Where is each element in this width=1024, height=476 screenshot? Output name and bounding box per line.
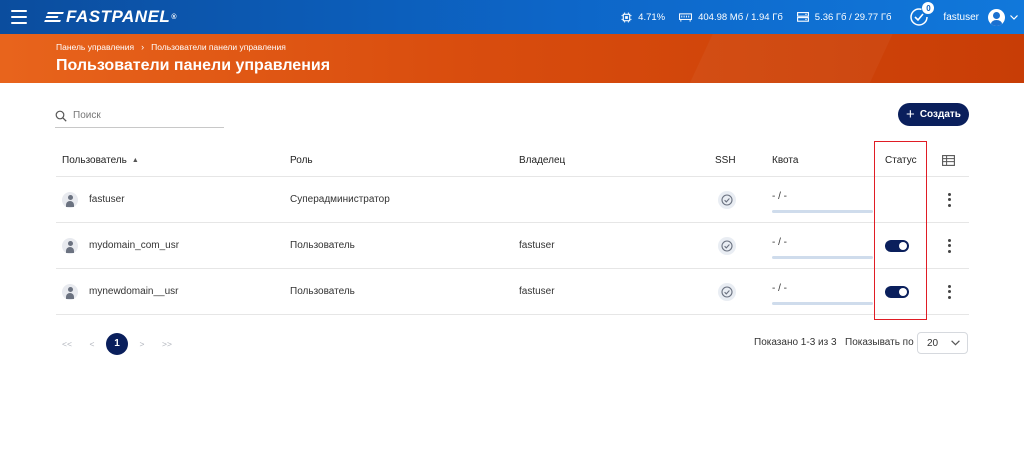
more-vertical-icon (944, 284, 954, 299)
page-button-current[interactable]: 1 (106, 332, 128, 355)
breadcrumb: Панель управления › Пользователи панели … (56, 42, 286, 52)
ssh-cell (718, 269, 736, 314)
per-page-select[interactable]: 20 (917, 332, 968, 354)
logo[interactable]: FASTPANEL ® (44, 7, 177, 27)
search-input[interactable] (73, 110, 213, 121)
user-cell[interactable]: fastuser (56, 177, 125, 222)
table-row: mydomain_com_usr Пользователь fastuser -… (56, 223, 969, 269)
menu-icon[interactable] (2, 0, 36, 34)
notifications-button[interactable]: 0 (909, 2, 935, 27)
owner-cell: fastuser (519, 286, 555, 297)
user-icon (62, 191, 78, 208)
ssh-check-icon (718, 190, 736, 209)
brand-name: FASTPANEL (66, 7, 171, 26)
search-icon (55, 110, 67, 122)
cpu-value: 4.71% (638, 11, 666, 23)
search-field[interactable] (55, 104, 224, 128)
create-button[interactable]: + Создать (898, 103, 969, 126)
column-ssh: SSH (715, 155, 736, 166)
memory-stat[interactable]: 404.98 Мб / 1.94 Гб (679, 12, 783, 23)
user-name: fastuser (89, 194, 125, 205)
notifications-badge: 0 (922, 2, 935, 14)
create-button-label: Создать (919, 109, 961, 120)
ssh-cell (718, 177, 736, 222)
user-icon (62, 237, 78, 254)
more-vertical-icon (944, 238, 954, 253)
column-user[interactable]: Пользователь ▲ (62, 145, 139, 176)
chevron-down-icon (1010, 14, 1018, 20)
quota-value: - / - (772, 236, 787, 248)
quota-cell: - / - (772, 177, 873, 222)
memory-value: 404.98 Мб / 1.94 Гб (698, 11, 783, 23)
chevron-down-icon (951, 340, 960, 346)
first-page-button[interactable]: << (56, 333, 78, 355)
page-header: Панель управления › Пользователи панели … (0, 34, 1024, 83)
pagination: << < 1 > >> (56, 332, 181, 355)
quota-cell: - / - (772, 269, 873, 314)
system-stats: 4.71% 404.98 Мб / 1.94 Гб 5.36 Гб / 29.7… (621, 0, 1024, 34)
quota-cell: - / - (772, 223, 873, 268)
role-cell: Пользователь (290, 286, 355, 297)
disk-value: 5.36 Гб / 29.77 Гб (814, 11, 892, 23)
cpu-icon (621, 11, 632, 23)
breadcrumb-root[interactable]: Панель управления (56, 42, 134, 52)
ssh-check-icon (718, 282, 736, 301)
user-cell[interactable]: mynewdomain__usr (56, 269, 179, 314)
page-title: Пользователи панели управления (56, 57, 331, 74)
more-vertical-icon (944, 192, 954, 207)
user-name: mynewdomain__usr (89, 286, 179, 297)
per-page-value: 20 (927, 337, 939, 349)
user-icon (62, 283, 78, 300)
row-actions-button[interactable] (944, 223, 954, 268)
role-cell: Пользователь (290, 240, 355, 251)
quota-bar (772, 209, 873, 213)
owner-cell: fastuser (519, 240, 555, 251)
column-quota[interactable]: Квота (772, 145, 798, 176)
ssh-cell (718, 223, 736, 268)
memory-icon (679, 12, 693, 22)
column-role[interactable]: Роль (290, 145, 313, 176)
brand-registered-mark: ® (171, 13, 177, 21)
column-owner[interactable]: Владелец (519, 145, 565, 176)
logo-mark (44, 12, 64, 22)
quota-bar (772, 301, 873, 305)
prev-page-button[interactable]: < (81, 333, 103, 355)
plus-icon: + (906, 106, 915, 123)
quota-value: - / - (772, 282, 787, 294)
user-menu[interactable]: fastuser (943, 8, 1018, 26)
quota-value: - / - (772, 190, 787, 202)
row-actions-button[interactable] (944, 269, 954, 314)
disk-stat[interactable]: 5.36 Гб / 29.77 Гб (796, 11, 892, 23)
table-header: Пользователь ▲ Роль Владелец SSH Квота С… (56, 145, 969, 177)
results-summary: Показано 1-3 из 3 (754, 337, 837, 348)
last-page-button[interactable]: >> (156, 333, 178, 355)
header-decoration (661, 34, 907, 83)
quota-bar (772, 255, 873, 259)
row-actions-button[interactable] (944, 177, 954, 222)
username: fastuser (943, 11, 979, 23)
cpu-stat[interactable]: 4.71% (621, 12, 665, 23)
user-cell[interactable]: mydomain_com_usr (56, 223, 179, 268)
breadcrumb-current: Пользователи панели управления (151, 42, 286, 52)
table-row: fastuser Суперадминистратор - / - (56, 177, 969, 223)
breadcrumb-separator: › (141, 42, 145, 52)
table-row: mynewdomain__usr Пользователь fastuser -… (56, 269, 969, 315)
user-name: mydomain_com_usr (89, 240, 180, 251)
user-avatar-icon (988, 8, 1005, 26)
ssh-check-icon (718, 236, 736, 255)
top-bar: FASTPANEL ® 4.71% 404.98 Мб / 1.94 Гб 5.3… (0, 0, 1024, 34)
column-user-label: Пользователь (62, 155, 127, 166)
column-settings-icon[interactable] (942, 145, 955, 176)
per-page-label: Показывать по (845, 337, 914, 348)
status-column-highlight (874, 141, 927, 320)
role-cell: Суперадминистратор (290, 194, 390, 205)
sort-ascending-icon: ▲ (131, 157, 139, 164)
next-page-button[interactable]: > (131, 333, 153, 355)
disk-icon (796, 12, 809, 22)
